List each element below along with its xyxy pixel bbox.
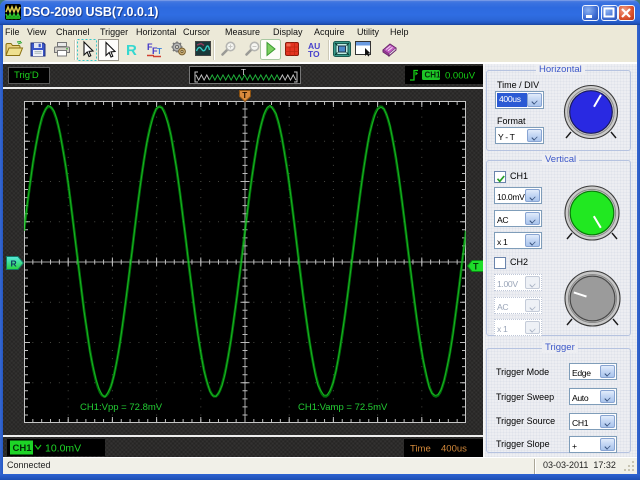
svg-text:400us: 400us xyxy=(441,444,467,455)
svg-text:Time: Time xyxy=(410,444,431,455)
svg-text:T: T xyxy=(157,47,162,56)
svg-text:CH1:Vamp = 72.5mV: CH1:Vamp = 72.5mV xyxy=(298,402,388,413)
svg-text:T: T xyxy=(242,91,247,100)
svg-text:10.0mV: 10.0mV xyxy=(45,443,81,455)
svg-text:CH1: CH1 xyxy=(13,443,33,454)
svg-text:0.00uV: 0.00uV xyxy=(445,71,476,82)
svg-text:CH1: CH1 xyxy=(425,71,442,80)
svg-text:R: R xyxy=(11,259,17,269)
svg-text:CH1:Vpp = 72.8mV: CH1:Vpp = 72.8mV xyxy=(80,402,163,413)
svg-text:R: R xyxy=(126,42,137,59)
svg-text:T: T xyxy=(473,262,479,272)
svg-text:TO: TO xyxy=(308,49,320,59)
